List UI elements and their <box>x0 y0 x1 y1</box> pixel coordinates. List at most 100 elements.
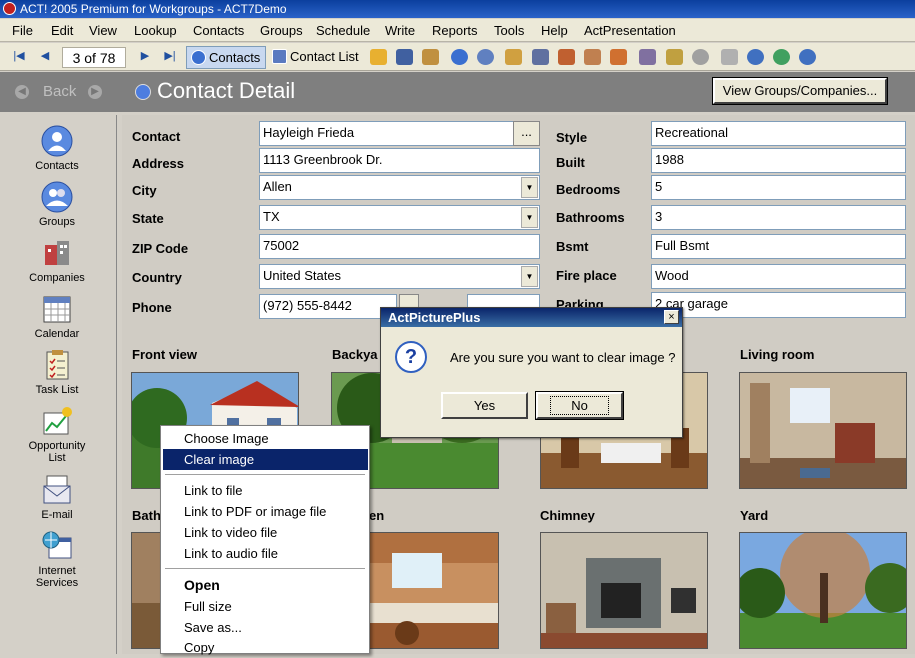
menu-write[interactable]: Write <box>385 23 415 38</box>
menu-item-link-video[interactable]: Link to video file <box>163 522 368 543</box>
menu-item-open[interactable]: Open <box>163 575 368 596</box>
state-select[interactable]: TX ▼ <box>259 205 540 230</box>
attach-icon[interactable] <box>721 49 738 65</box>
save-icon[interactable] <box>396 49 413 65</box>
menu-actpresentation[interactable]: ActPresentation <box>584 23 676 38</box>
menu-tools[interactable]: Tools <box>494 23 524 38</box>
history-icon[interactable] <box>558 49 575 65</box>
menu-item-choose-image[interactable]: Choose Image <box>163 428 368 449</box>
yes-button[interactable]: Yes <box>441 392 528 419</box>
window-titlebar: ACT! 2005 Premium for Workgroups - ACT7D… <box>0 0 915 18</box>
yard-photo[interactable] <box>739 532 907 649</box>
confirm-dialog: ActPicturePlus × ? Are you sure you want… <box>380 307 683 438</box>
contact-ellipsis-button[interactable]: ... <box>513 121 540 146</box>
first-record-icon[interactable]: |◀ <box>12 49 26 63</box>
chat-icon[interactable] <box>692 49 709 65</box>
chart-icon[interactable] <box>610 49 627 65</box>
living-room-photo[interactable] <box>739 372 907 489</box>
chevron-down-icon[interactable]: ▼ <box>521 266 538 287</box>
nav-task-list[interactable]: Task List <box>0 349 114 396</box>
nav-contacts[interactable]: Contacts <box>0 125 114 172</box>
menu-file[interactable]: File <box>12 23 33 38</box>
nav-email[interactable]: E-mail <box>0 474 114 521</box>
contacts-view-button[interactable]: Contacts <box>186 46 267 69</box>
nav-companies[interactable]: Companies <box>0 237 114 284</box>
back-button[interactable]: Back <box>43 83 76 100</box>
address-field[interactable]: 1113 Greenbrook Dr. <box>259 148 540 173</box>
menu-schedule[interactable]: Schedule <box>316 23 370 38</box>
nav-groups[interactable]: Groups <box>0 181 114 228</box>
nav-internet-services[interactable]: Internet Services <box>0 530 114 589</box>
previous-record-icon[interactable]: ◀ <box>38 49 52 63</box>
menu-item-save-as[interactable]: Save as... <box>163 617 368 638</box>
menu-help[interactable]: Help <box>541 23 568 38</box>
no-label: No <box>550 396 609 415</box>
nav-calendar-label: Calendar <box>34 328 80 340</box>
fireplace-field[interactable]: Wood <box>651 264 906 289</box>
menu-reports[interactable]: Reports <box>432 23 478 38</box>
question-icon: ? <box>395 341 427 373</box>
delete-icon[interactable] <box>532 49 549 65</box>
zip-field[interactable]: 75002 <box>259 234 540 259</box>
photo-label-kitchen: en <box>369 508 385 523</box>
act-app-icon[interactable] <box>3 2 16 15</box>
web-icon[interactable] <box>747 49 764 65</box>
no-button[interactable]: No <box>535 391 624 420</box>
menu-groups[interactable]: Groups <box>260 23 303 38</box>
print-icon[interactable] <box>422 49 439 65</box>
internet-icon <box>42 531 72 559</box>
email-icon <box>43 475 71 504</box>
nav-task-list-label: Task List <box>35 384 79 396</box>
write-icon[interactable] <box>639 49 656 65</box>
last-record-icon[interactable]: ▶| <box>163 49 177 63</box>
bedrooms-field[interactable]: 5 <box>651 175 906 200</box>
new-contact-icon[interactable] <box>451 49 468 65</box>
menu-item-link-pdf[interactable]: Link to PDF or image file <box>163 501 368 522</box>
dialog-message: Are you sure you want to clear image ? <box>450 350 676 365</box>
menu-item-clear-image[interactable]: Clear image <box>163 449 368 470</box>
photo-label-back: Backya <box>332 347 378 362</box>
notes-icon[interactable] <box>584 49 601 65</box>
view-groups-companies-button[interactable]: View Groups/Companies... <box>712 77 888 105</box>
contact-field[interactable]: Hayleigh Frieda <box>259 121 514 146</box>
lookup-icon[interactable] <box>477 49 494 65</box>
map-icon[interactable] <box>773 49 790 65</box>
nav-calendar[interactable]: Calendar <box>0 293 114 340</box>
menu-item-link-file[interactable]: Link to file <box>163 480 368 501</box>
country-label: Country <box>132 270 182 285</box>
menu-item-copy[interactable]: Copy <box>163 637 368 658</box>
menu-lookup[interactable]: Lookup <box>134 23 177 38</box>
schedule-icon[interactable] <box>505 49 522 65</box>
menu-item-link-audio[interactable]: Link to audio file <box>163 543 368 564</box>
bathrooms-field[interactable]: 3 <box>651 205 906 230</box>
toolbar: |◀ ◀ 3 of 78 ▶ ▶| Contacts Contact List <box>0 43 915 71</box>
country-select[interactable]: United States ▼ <box>259 264 540 289</box>
menu-view[interactable]: View <box>89 23 117 38</box>
chevron-down-icon[interactable]: ▼ <box>521 207 538 228</box>
forward-arrow-icon[interactable]: ▶ <box>88 85 102 99</box>
phone-field[interactable]: (972) 555-8442 <box>259 294 397 319</box>
back-arrow-icon[interactable]: ◀ <box>15 85 29 99</box>
nav-bar: Contacts Groups Companies Calendar Task … <box>0 115 117 654</box>
chimney-photo[interactable] <box>540 532 708 649</box>
menu-edit[interactable]: Edit <box>51 23 73 38</box>
chevron-down-icon[interactable]: ▼ <box>521 177 538 198</box>
menu-contacts[interactable]: Contacts <box>193 23 244 38</box>
phone-label: Phone <box>132 300 172 315</box>
parking-field[interactable]: 2 car garage <box>651 292 906 318</box>
style-field[interactable]: Recreational <box>651 121 906 146</box>
fireplace-label: Fire place <box>556 268 617 283</box>
nav-opportunity-list[interactable]: Opportunity List <box>0 405 114 464</box>
menu-item-full-size[interactable]: Full size <box>163 596 368 617</box>
page-title: Contact Detail <box>157 78 296 103</box>
bsmt-field[interactable]: Full Bsmt <box>651 234 906 259</box>
open-folder-icon[interactable] <box>370 49 387 65</box>
close-icon[interactable]: × <box>664 310 679 324</box>
email-toolbar-icon[interactable] <box>666 49 683 65</box>
city-select[interactable]: Allen ▼ <box>259 175 540 200</box>
contact-list-button[interactable]: Contact List <box>268 46 359 69</box>
built-field[interactable]: 1988 <box>651 148 906 173</box>
help-icon[interactable] <box>799 49 816 65</box>
next-record-icon[interactable]: ▶ <box>138 49 152 63</box>
contact-list-label: Contact List <box>290 49 359 64</box>
